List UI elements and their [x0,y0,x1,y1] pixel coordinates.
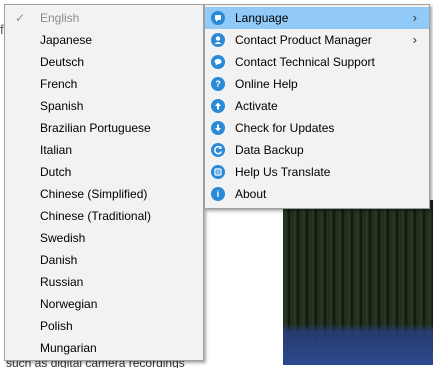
update-icon [211,121,225,135]
menu-item-label: Data Backup [235,143,304,157]
language-item-label: Japanese [40,33,93,47]
language-item-spanish[interactable]: Spanish [5,95,203,117]
menu-item-label: Contact Product Manager [235,33,372,47]
language-item-label: Spanish [40,99,84,113]
language-item-label: Deutsch [40,55,85,69]
info-icon: i [211,187,225,201]
language-item-mungarian[interactable]: Mungarian [5,337,203,359]
language-item-label: Swedish [40,231,86,245]
language-item-label: Mungarian [40,341,97,355]
checkmark-icon: ✓ [15,11,26,25]
menu-item-label: Activate [235,99,278,113]
language-item-english: ✓ English [5,7,203,29]
language-item-french[interactable]: French [5,73,203,95]
menu-item-language[interactable]: Language › [205,7,429,29]
help-icon: ? [211,77,225,91]
language-item-deutsch[interactable]: Deutsch [5,51,203,73]
background-photo [283,200,433,365]
technical-support-icon [211,55,225,69]
language-item-label: Italian [40,143,73,157]
language-item-label: French [40,77,78,91]
language-item-dutch[interactable]: Dutch [5,161,203,183]
language-item-japanese[interactable]: Japanese [5,29,203,51]
menu-item-data-backup[interactable]: Data Backup [205,139,429,161]
language-item-norwegian[interactable]: Norwegian [5,293,203,315]
help-menu: Language › Contact Product Manager › Con… [204,4,430,209]
activate-icon [211,99,225,113]
menu-item-label: Contact Technical Support [235,55,375,69]
language-item-label: Chinese (Traditional) [40,209,151,223]
language-item-label: Dutch [40,165,72,179]
menu-item-label: Language [235,11,289,25]
language-item-label: Danish [40,253,78,267]
language-item-italian[interactable]: Italian [5,139,203,161]
language-item-label: Russian [40,275,84,289]
language-item-label: Chinese (Simplified) [40,187,148,201]
chevron-right-icon: › [412,10,417,25]
language-item-label: Norwegian [40,297,98,311]
menu-item-contact-technical-support[interactable]: Contact Technical Support [205,51,429,73]
language-item-brazilian-portuguese[interactable]: Brazilian Portuguese [5,117,203,139]
language-item-label: English [40,11,80,25]
language-item-polish[interactable]: Polish [5,315,203,337]
translate-icon [211,165,225,179]
backup-icon [211,143,225,157]
chevron-right-icon: › [412,32,417,47]
menu-item-label: Check for Updates [235,121,335,135]
language-item-label: Brazilian Portuguese [40,121,151,135]
language-icon [211,11,225,25]
menu-item-check-for-updates[interactable]: Check for Updates [205,117,429,139]
language-item-label: Polish [40,319,73,333]
menu-item-help-us-translate[interactable]: Help Us Translate [205,161,429,183]
language-item-chinese-traditional[interactable]: Chinese (Traditional) [5,205,203,227]
menu-item-online-help[interactable]: ? Online Help [205,73,429,95]
contact-manager-icon [211,33,225,47]
language-item-chinese-simplified[interactable]: Chinese (Simplified) [5,183,203,205]
language-item-danish[interactable]: Danish [5,249,203,271]
menu-item-label: About [235,187,267,201]
menu-item-label: Help Us Translate [235,165,331,179]
language-item-swedish[interactable]: Swedish [5,227,203,249]
language-submenu: ✓ English Japanese Deutsch French Spanis… [4,4,204,361]
menu-item-contact-product-manager[interactable]: Contact Product Manager › [205,29,429,51]
menu-item-about[interactable]: i About [205,183,429,205]
menu-item-label: Online Help [235,77,298,91]
language-item-russian[interactable]: Russian [5,271,203,293]
menu-item-activate[interactable]: Activate [205,95,429,117]
